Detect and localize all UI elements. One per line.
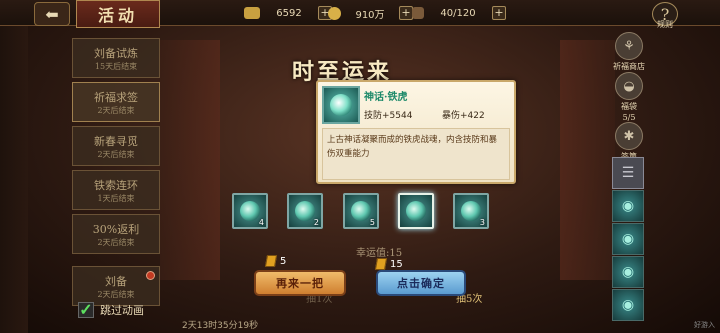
coin-resource: 910万 + [328, 4, 413, 22]
tiger-orb-icon [295, 201, 315, 221]
cost-left-value: 5 [280, 256, 287, 267]
result-slot-selected[interactable] [398, 193, 434, 229]
sidebar-item-status: 2天后结束 [97, 149, 135, 159]
draw-again-button[interactable]: 再来一把 [254, 270, 346, 296]
sidebar-item-name: 30%返利 [92, 222, 140, 236]
sidebar-item-spring-search[interactable]: 新春寻觅 2天后结束 [72, 126, 160, 166]
item-tooltip: 神话·铁虎 技防+5544 暴伤+422 上古神话凝聚而成的铁虎战魂，内含技防和… [316, 80, 516, 184]
sidebar-item-chain[interactable]: 铁索连环 1天后结束 [72, 170, 160, 210]
tiger-orb-icon [240, 201, 260, 221]
tooltip-item-name: 神话·铁虎 [364, 92, 408, 103]
sign-tube-button[interactable]: ✱ 签筒 [612, 122, 646, 162]
ticket-icon [264, 255, 278, 267]
ticket-icon [374, 258, 388, 270]
scroll-icon: ☰ [621, 165, 635, 181]
back-arrow-icon: ⬅ [45, 4, 59, 24]
result-slot[interactable]: 2 [287, 193, 323, 229]
page-title: 活动 [76, 0, 160, 28]
tiger-orb-icon [330, 94, 352, 116]
confirm-button[interactable]: 点击确定 [376, 270, 466, 296]
tooltip-item-icon [322, 86, 360, 124]
sidebar-item-name: 刘备 [105, 274, 127, 288]
slot-count: 5 [369, 218, 375, 227]
coin-value: 910万 [355, 9, 385, 21]
slot-count: 2 [313, 218, 319, 227]
countdown-timer: 2天13时35分19秒 [182, 321, 259, 331]
lucky-bag-button[interactable]: ◒ 福袋 5/5 [612, 72, 646, 122]
sidebar-item-name: 新春寻觅 [94, 134, 138, 148]
sidebar-item-status: 2天后结束 [97, 289, 135, 299]
tiger-orb-icon: ◉ [621, 231, 635, 247]
watermark: 好游入 [694, 321, 715, 329]
tooltip-stat-defense: 技防+5544 [364, 111, 413, 121]
slot-count: 4 [258, 218, 264, 227]
reward-slot[interactable]: ◉ [612, 256, 644, 288]
tiger-orb-icon: ◉ [621, 198, 635, 214]
checkmark-icon[interactable]: ✓ [78, 302, 94, 318]
result-slot[interactable]: 4 [232, 193, 268, 229]
shop-icon: ⚘ [615, 32, 643, 60]
slot-count: 3 [479, 218, 485, 227]
prayer-shop-label: 祈福商店 [613, 62, 645, 71]
sidebar-item-status: 1天后结束 [97, 193, 135, 203]
tooltip-stat-crit: 暴伤+422 [442, 111, 485, 121]
lucky-bag-label: 福袋 [621, 102, 637, 111]
coin-icon [328, 6, 341, 20]
sidebar-item-name: 祈福求签 [94, 90, 138, 104]
reward-slot[interactable]: ◉ [612, 223, 644, 255]
gold-ingot-resource: 6592 + [244, 4, 332, 22]
sidebar-item-liubei-trial[interactable]: 刘备试炼 15天后结束 [72, 38, 160, 78]
left-frame [0, 26, 28, 333]
lucky-bag-icon: ◒ [615, 72, 643, 100]
sidebar-item-status: 2天后结束 [97, 105, 135, 115]
sidebar-item-status: 2天后结束 [97, 237, 135, 247]
gold-ingot-value: 6592 [276, 7, 302, 19]
sidebar-item-name: 刘备试炼 [94, 46, 138, 60]
sidebar-item-prayer[interactable]: 祈福求签 2天后结束 [72, 82, 160, 122]
reward-slot[interactable]: ☰ [612, 157, 644, 189]
curtain-left [160, 40, 220, 280]
tooltip-description: 上古神话凝聚而成的铁虎战魂，内含技防和暴伤双重能力 [322, 128, 510, 180]
stamina-value: 40/120 [440, 7, 476, 19]
lucky-bag-count: 5/5 [622, 113, 636, 122]
curtain-right [560, 40, 615, 280]
add-stamina-button[interactable]: + [492, 6, 506, 20]
reward-slot[interactable]: ◉ [612, 289, 644, 321]
tiger-orb-icon: ◉ [621, 264, 635, 280]
back-button[interactable]: ⬅ [34, 2, 70, 26]
sign-icon: ✱ [615, 122, 643, 150]
sidebar-item-status: 15天后结束 [94, 61, 138, 71]
gold-ingot-icon [244, 7, 260, 19]
cost-right-value: 15 [390, 259, 403, 270]
add-coin-button[interactable]: + [399, 6, 413, 20]
cost-left: 5 [264, 255, 287, 267]
tiger-orb-icon [406, 201, 426, 221]
sidebar-item-rebate[interactable]: 30%返利 2天后结束 [72, 214, 160, 254]
tiger-orb-icon: ◉ [621, 297, 635, 313]
notification-dot [146, 271, 155, 280]
sidebar-item-name: 铁索连环 [94, 178, 138, 192]
result-slot[interactable]: 3 [453, 193, 489, 229]
tiger-orb-icon [461, 201, 481, 221]
result-slot[interactable]: 5 [343, 193, 379, 229]
cost-right: 15 [374, 258, 403, 270]
tiger-orb-icon [351, 201, 371, 221]
skip-animation-toggle[interactable]: ✓ 跳过动画 [78, 302, 144, 318]
stamina-resource: 40/120 + [412, 4, 506, 22]
skip-animation-label: 跳过动画 [100, 304, 144, 317]
prayer-shop-button[interactable]: ⚘ 祈福商店 [612, 32, 646, 72]
rules-label: 规则 [657, 20, 673, 29]
stamina-icon [412, 7, 424, 19]
reward-slot[interactable]: ◉ [612, 190, 644, 222]
luck-value: 幸运值:15 [356, 248, 403, 259]
